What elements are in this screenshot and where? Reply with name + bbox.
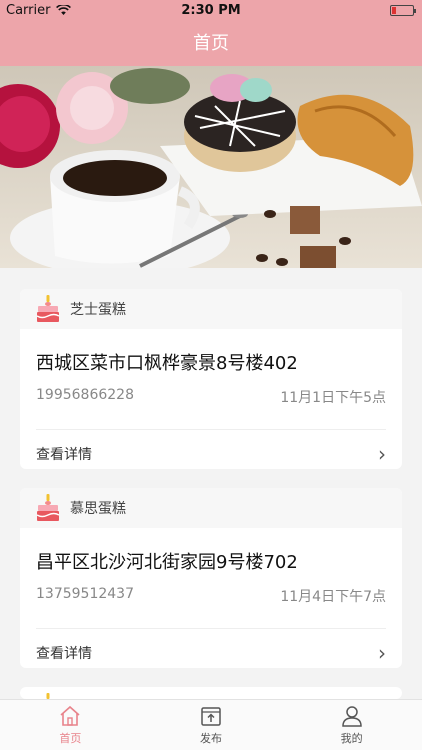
tab-publish[interactable]: 发布 xyxy=(141,700,282,750)
view-details-label: 查看详情 xyxy=(36,646,92,662)
cake-icon xyxy=(36,494,60,521)
cake-photo-banner xyxy=(0,66,422,268)
tab-profile[interactable]: 我的 xyxy=(281,700,422,750)
delivery-address: 西城区菜市口枫桦豪景8号楼402 xyxy=(36,353,298,374)
nav-bar: 首页 xyxy=(0,22,422,66)
delivery-time: 11月1日下午5点 xyxy=(280,390,386,406)
profile-icon xyxy=(341,706,362,727)
order-card: 慕思蛋糕 昌平区北沙河北街家园9号楼702 13759512437 11月4日下… xyxy=(20,488,402,668)
tab-bar: 首页 发布 我的 xyxy=(0,699,422,750)
card-body: 西城区菜市口枫桦豪景8号楼402 19956866228 11月1日下午5点 xyxy=(20,349,402,407)
card-body: 昌平区北沙河北街家园9号楼702 13759512437 11月4日下午7点 xyxy=(20,548,402,606)
card-header: 慕思蛋糕 xyxy=(20,488,402,528)
tab-label: 我的 xyxy=(340,732,363,745)
cake-icon xyxy=(36,295,60,322)
phone-number: 19956866228 xyxy=(36,387,134,403)
view-details-label: 查看详情 xyxy=(36,447,92,463)
status-bar: Carrier 2:30 PM xyxy=(0,0,422,22)
phone-number: 13759512437 xyxy=(36,586,134,602)
chevron-right-icon: › xyxy=(378,442,386,466)
publish-icon xyxy=(201,707,221,726)
chevron-right-icon: › xyxy=(378,641,386,665)
tab-label: 首页 xyxy=(59,732,82,745)
card-header: 芝士蛋糕 xyxy=(20,289,402,329)
home-icon xyxy=(60,705,80,726)
hero-banner xyxy=(0,66,422,268)
tab-label: 发布 xyxy=(200,732,222,745)
view-details-button[interactable]: 查看详情 › xyxy=(20,430,402,478)
battery-icon xyxy=(390,5,416,16)
view-details-button[interactable]: 查看详情 › xyxy=(20,629,402,677)
delivery-time: 11月4日下午7点 xyxy=(280,589,386,605)
clock: 2:30 PM xyxy=(181,3,241,18)
delivery-address: 昌平区北沙河北街家园9号楼702 xyxy=(36,552,298,573)
page-title: 首页 xyxy=(193,33,229,54)
order-card-partial xyxy=(20,687,402,699)
order-meta: 19956866228 11月1日下午5点 xyxy=(36,387,386,407)
tab-home[interactable]: 首页 xyxy=(0,700,141,750)
order-card: 芝士蛋糕 西城区菜市口枫桦豪景8号楼402 19956866228 11月1日下… xyxy=(20,289,402,469)
order-meta: 13759512437 11月4日下午7点 xyxy=(36,586,386,606)
shop-name: 慕思蛋糕 xyxy=(70,501,126,517)
shop-name: 芝士蛋糕 xyxy=(70,302,126,318)
